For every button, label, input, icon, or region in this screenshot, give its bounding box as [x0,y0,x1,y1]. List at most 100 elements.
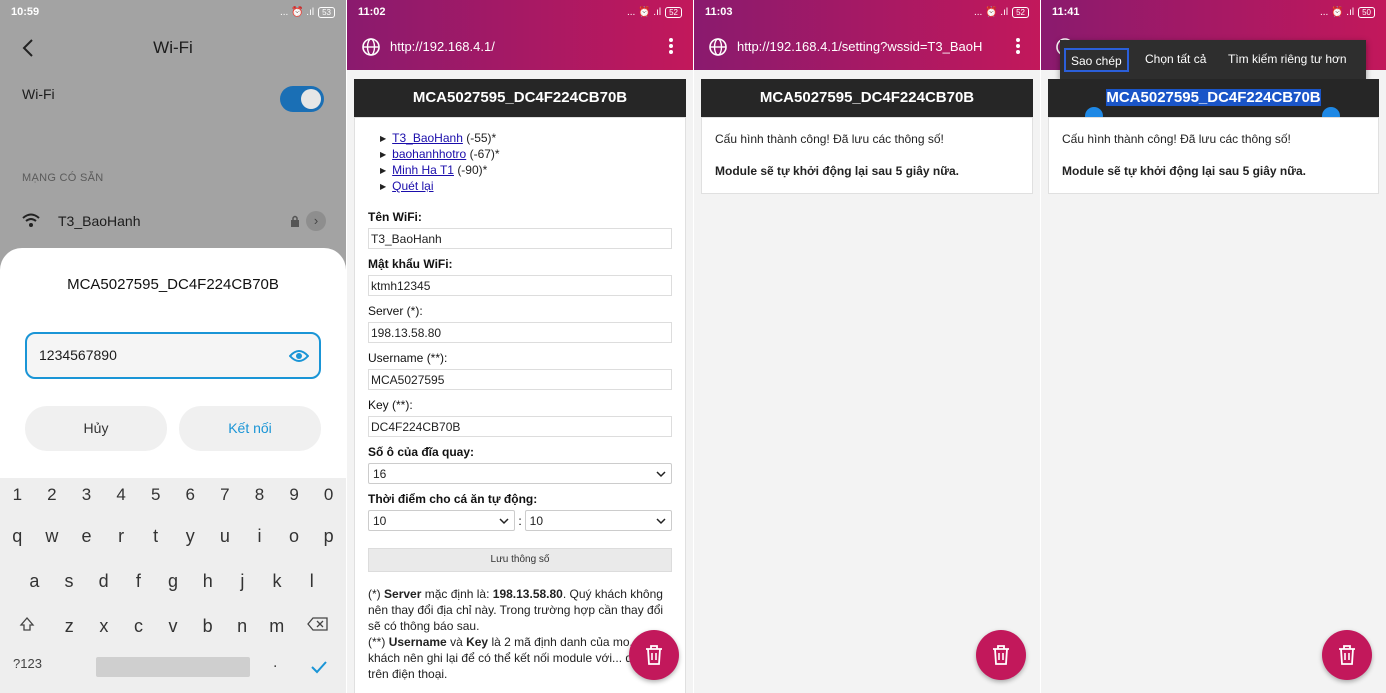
copy-menu-item[interactable]: Sao chép [1064,48,1129,72]
key[interactable]: r [104,519,139,553]
key[interactable]: 3 [69,478,104,512]
browser-toolbar: 11:03 ... ⏰ .ıl 52 http://192.168.4.1/se… [694,0,1040,70]
overflow-menu-icon[interactable] [669,38,673,54]
key[interactable]: 2 [35,478,70,512]
selected-text[interactable]: MCA5027595_DC4F224CB70B [1106,89,1321,106]
network-link[interactable]: T3_BaoHanh [392,131,463,145]
key[interactable]: i [242,519,277,553]
url-bar[interactable]: http://192.168.4.1/setting?wssid=T3_BaoH [694,24,1040,70]
eye-icon[interactable] [289,348,309,364]
chevron-right-icon[interactable]: › [306,211,326,231]
key[interactable]: h [190,564,225,598]
feed-hour-select[interactable]: 10 [368,510,516,531]
url-bar[interactable]: http://192.168.4.1/ [347,24,693,70]
checkmark-icon[interactable] [310,660,328,674]
key[interactable]: b [190,609,225,643]
key[interactable]: p [311,519,346,553]
key[interactable]: y [173,519,208,553]
url-text[interactable]: http://192.168.4.1/ [390,39,495,54]
key[interactable]: z [52,609,87,643]
key[interactable]: 9 [277,478,312,512]
wifi-toggle-row[interactable]: Wi-Fi [22,86,324,112]
list-item: T3_BaoHanh (-55)* [380,130,685,146]
slots-select[interactable]: 16 [368,463,672,484]
key[interactable]: s [52,564,87,598]
key[interactable]: 7 [208,478,243,512]
keyboard-row-2: asdfghjkl [0,564,346,598]
browser-toolbar: 11:02 ... ⏰ .ıl 52 http://192.168.4.1/ [347,0,693,70]
status-bar: 11:02 ... ⏰ .ıl 52 [347,0,693,24]
key[interactable]: c [121,609,156,643]
key[interactable]: w [35,519,70,553]
overflow-menu-icon[interactable] [1016,38,1020,54]
key[interactable]: m [259,609,294,643]
key[interactable]: a [17,564,52,598]
list-item: baohanhhotro (-67)* [380,146,685,162]
status-time: 10:59 [11,6,40,18]
key[interactable]: d [86,564,121,598]
dialog-title: MCA5027595_DC4F224CB70B [67,276,279,293]
rescan-link[interactable]: Quét lại [392,179,433,193]
key[interactable]: o [277,519,312,553]
key[interactable]: 4 [104,478,139,512]
status-icons: ... ⏰ .ıl 52 [627,6,682,18]
private-search-menu-item[interactable]: Tìm kiếm riêng tư hơn [1223,48,1352,72]
url-text[interactable]: http://192.168.4.1/setting?wssid=T3_BaoH [737,39,984,54]
network-link[interactable]: Minh Ha T1 [392,163,454,177]
key[interactable]: 6 [173,478,208,512]
network-item[interactable]: T3_BaoHanh › [22,210,326,232]
wifi-name-label: Tên WiFi: [368,210,422,224]
key[interactable]: n [225,609,260,643]
message-box: Cấu hình thành công! Đã lưu các thông số… [1048,117,1379,194]
key[interactable]: f [121,564,156,598]
network-link[interactable]: baohanhhotro [392,147,466,161]
key[interactable]: e [69,519,104,553]
connect-button[interactable]: Kết nối [179,406,321,451]
delete-fab[interactable] [1322,630,1372,680]
wifi-pass-input[interactable]: ktmh12345 [368,275,672,296]
key[interactable]: g [156,564,191,598]
status-icons: ... ⏰ .ıl 52 [974,6,1029,18]
space-bar[interactable] [96,657,250,677]
wifi-toggle[interactable] [280,86,324,112]
key[interactable]: 5 [138,478,173,512]
key[interactable]: q [0,519,35,553]
backspace-icon[interactable] [307,616,329,632]
key[interactable]: 0 [311,478,346,512]
server-input[interactable]: 198.13.58.80 [368,322,672,343]
note2-key: Key [466,635,489,649]
delete-fab[interactable] [976,630,1026,680]
username-input[interactable]: MCA5027595 [368,369,672,390]
keyboard-row-1: qwertyuiop [0,519,346,553]
key[interactable]: t [138,519,173,553]
wifi-signal-icon [22,213,40,227]
wifi-name-input[interactable]: T3_BaoHanh [368,228,672,249]
key[interactable]: k [260,564,295,598]
config-form: T3_BaoHanh (-55)* baohanhhotro (-67)* Mi… [354,117,686,693]
cancel-button[interactable]: Hủy [25,406,167,451]
symbols-key[interactable]: ?123 [13,656,42,671]
key[interactable]: u [208,519,243,553]
key[interactable]: 8 [242,478,277,512]
browser-saved-screen: 11:03 ... ⏰ .ıl 52 http://192.168.4.1/se… [694,0,1040,693]
password-input[interactable]: 1234567890 [25,332,321,379]
save-button[interactable]: Lưu thông số [368,548,672,572]
delete-fab[interactable] [629,630,679,680]
key[interactable]: l [294,564,329,598]
trash-icon [1339,645,1355,665]
chevron-down-icon [499,518,509,525]
message-box: Cấu hình thành công! Đã lưu các thông số… [701,117,1033,194]
key-input[interactable]: DC4F224CB70B [368,416,672,437]
key[interactable]: 1 [0,478,35,512]
note2-username: Username [388,635,447,649]
key[interactable]: j [225,564,260,598]
key[interactable]: x [87,609,122,643]
feed-minute-select[interactable]: 10 [524,510,672,531]
form-fields: Tên WiFi: T3_BaoHanh Mật khẩu WiFi: ktmh… [355,210,685,682]
browser-config-form: 11:02 ... ⏰ .ıl 52 http://192.168.4.1/ M… [347,0,693,693]
wifi-password-dialog: MCA5027595_DC4F224CB70B 1234567890 Hủy K… [0,248,346,478]
shift-icon[interactable] [19,616,35,632]
select-all-menu-item[interactable]: Chọn tất cả [1140,48,1211,72]
period-key[interactable]: . [273,654,277,672]
key[interactable]: v [156,609,191,643]
